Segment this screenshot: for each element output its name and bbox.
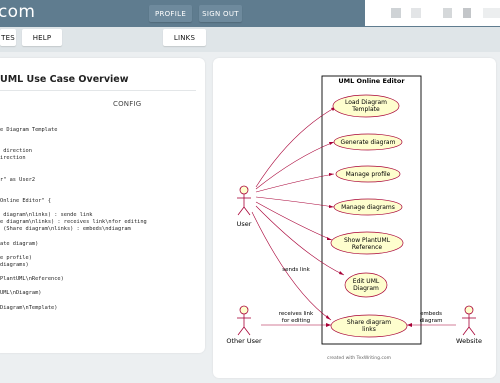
edge-label-receives-link: for editing [282, 318, 310, 324]
brand-logo[interactable]: com [0, 2, 35, 22]
usecase-label: Generate diagram [341, 139, 396, 146]
links-button[interactable]: LINKS [163, 29, 206, 46]
arrowhead [329, 142, 334, 145]
actor-label-other-user: Other User [226, 337, 262, 345]
edge-user-share [251, 211, 332, 321]
diagram-footer: created with TexWriting.com [327, 355, 391, 361]
edge-user-load [255, 106, 337, 188]
top-navbar: com PROFILE SIGN OUT [0, 0, 500, 27]
config-link[interactable]: CONFIG [113, 100, 141, 108]
ad-pixel [463, 8, 471, 18]
code-line[interactable]: e Diagram Template [0, 127, 57, 133]
code-line[interactable]: ate diagram) [0, 241, 38, 247]
actor-user[interactable] [237, 185, 251, 216]
usecase-label: Share diagram [347, 319, 391, 326]
ad-banner[interactable] [365, 0, 500, 26]
usecase-label: Diagram [353, 285, 379, 292]
code-line[interactable]: diagram\nlinks) : sende link [0, 212, 92, 218]
code-line[interactable]: UML\nDiagram) [0, 290, 41, 296]
arrowhead [326, 315, 331, 320]
usecase-label: Edit UML [353, 278, 380, 285]
usecase-label: Manage diagrams [341, 204, 395, 211]
arrowhead [327, 237, 332, 240]
page-title: UML Use Case Overview [0, 74, 129, 85]
code-line[interactable]: Diagram\nTemplate) [0, 305, 57, 311]
usecase-label: Show PlantUML [344, 237, 391, 244]
arrowhead [326, 323, 331, 327]
edge-label-embeds: embeds [420, 311, 442, 317]
arrowhead [407, 323, 412, 327]
code-line[interactable]: (Share diagram\nlinks) : embeds\ndiagram [0, 226, 131, 232]
templates-button[interactable]: TES [0, 29, 16, 46]
edge-label-embeds: diagram [420, 318, 443, 324]
code-line[interactable]: r" as User2 [0, 177, 35, 183]
use-cases [330, 94, 408, 338]
ad-pixel [411, 8, 421, 18]
usecase-label: Manage profile [346, 171, 391, 178]
usecase-label: Reference [352, 244, 383, 251]
actor-label-website: Website [456, 337, 482, 345]
actor-label-user: User [237, 220, 252, 228]
arrowhead [339, 271, 344, 275]
edge-label-receives-link: receives link [279, 311, 314, 317]
ad-pixel [443, 8, 452, 18]
profile-button[interactable]: PROFILE [149, 5, 192, 22]
code-line[interactable]: irection [0, 155, 26, 161]
code-line[interactable]: Online Editor" { [0, 198, 51, 204]
divider [0, 90, 196, 91]
code-line[interactable]: e diagram\nlinks) : receives link\nfor e… [0, 219, 147, 225]
code-line[interactable]: direction [0, 148, 32, 154]
code-line[interactable]: diagrams) [0, 262, 29, 268]
edge-user-edit [255, 205, 345, 276]
ad-pixel [391, 8, 401, 18]
toolbar: TES HELP LINKS [0, 27, 500, 52]
edge-user-reference [255, 201, 333, 241]
ad-pixel [483, 8, 500, 18]
usecase-label: links [362, 326, 376, 333]
actor-other-user[interactable] [237, 305, 251, 336]
code-line[interactable]: PlantUML\nReference) [0, 276, 64, 282]
system-title: UML Online Editor [338, 77, 405, 85]
arrowhead [329, 173, 334, 176]
actor-website[interactable] [462, 305, 476, 336]
arrowhead [329, 205, 334, 208]
sign-out-button[interactable]: SIGN OUT [199, 5, 242, 22]
usecase-label: Load Diagram [345, 99, 387, 106]
code-line[interactable]: e profile) [0, 255, 32, 261]
help-button[interactable]: HELP [22, 29, 62, 46]
uml-diagram: UML Online Editor Load Diagram Template … [226, 75, 482, 361]
usecase-label: Template [351, 106, 380, 113]
edge-label-sends-link: sends link [282, 267, 310, 273]
